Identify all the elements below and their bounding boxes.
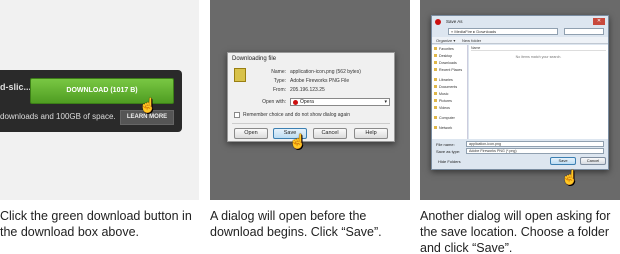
open-with-value: Opera xyxy=(300,99,314,105)
help-button[interactable]: Help xyxy=(354,128,388,139)
column-header[interactable]: Name xyxy=(471,46,606,51)
close-icon[interactable]: ✕ xyxy=(593,18,605,25)
nav-item[interactable]: Favorites xyxy=(434,47,454,51)
open-button[interactable]: Open xyxy=(234,128,268,139)
organize-button[interactable]: Organize ▾ xyxy=(436,38,455,43)
nav-item[interactable]: Recent Places xyxy=(433,68,462,72)
hand-pointer-icon: ☝ xyxy=(289,133,307,149)
opera-icon xyxy=(435,19,441,25)
type-label: Type: xyxy=(273,78,286,84)
dialog-title: Save As xyxy=(446,19,463,24)
type-value: Adobe Fireworks PNG File xyxy=(290,78,350,84)
step2-screenshot: Downloading file Name: application-icon.… xyxy=(210,0,410,200)
save-as-type-select[interactable]: Adobe Fireworks PNG (*.png) xyxy=(466,148,604,154)
step3-screenshot: Save As ✕ « MediaFire ▸ Downloads Organi… xyxy=(420,0,620,200)
empty-message: No items match your search. xyxy=(515,55,562,59)
nav-item[interactable]: Network xyxy=(433,126,452,130)
nav-item[interactable]: Documents xyxy=(433,85,457,89)
dialog-title: Downloading file xyxy=(232,56,277,62)
hand-pointer-icon: ☝ xyxy=(561,169,579,185)
toolbar: Organize ▾ New folder xyxy=(432,37,608,44)
file-name-fragment: d-slic... xyxy=(0,82,32,92)
downloading-file-dialog: Downloading file Name: application-icon.… xyxy=(227,52,395,142)
chevron-down-icon: ▾ xyxy=(384,99,387,105)
nav-item[interactable]: Computer xyxy=(434,116,455,120)
nav-item[interactable]: Videos xyxy=(434,106,450,110)
step3-caption: Another dialog will open asking for the … xyxy=(420,209,611,254)
file-name-field[interactable]: application-icon.png xyxy=(466,141,604,147)
remember-label: Remember choice and do not show dialog a… xyxy=(243,112,351,118)
step1-screenshot: d-slic... DOWNLOAD (1017 B) downloads an… xyxy=(0,0,199,200)
open-with-label: Open with: xyxy=(262,99,286,105)
from-value: 205.196.123.25 xyxy=(290,87,325,93)
hide-folders-button[interactable]: Hide Folders xyxy=(438,159,461,164)
divider xyxy=(232,123,390,124)
hand-pointer-icon: ☝ xyxy=(139,97,157,113)
new-folder-button[interactable]: New folder xyxy=(462,38,481,43)
save-as-type-label: Save as type: xyxy=(436,149,461,154)
cancel-button[interactable]: Cancel xyxy=(580,157,606,165)
name-value: application-icon.png (562 bytes) xyxy=(290,69,361,75)
space-info-text: downloads and 100GB of space. xyxy=(0,112,116,121)
step2-caption: A dialog will open before the download b… xyxy=(210,209,382,239)
nav-item[interactable]: Libraries xyxy=(434,78,453,82)
remember-checkbox[interactable] xyxy=(234,112,240,118)
opera-icon xyxy=(293,100,298,105)
png-file-icon xyxy=(234,68,246,82)
file-list[interactable]: Name No items match your search. xyxy=(469,45,608,139)
step1-caption: Click the green download button in the d… xyxy=(0,209,192,239)
open-with-select[interactable]: Opera ▾ xyxy=(290,98,390,106)
nav-item[interactable]: Desktop xyxy=(433,54,452,58)
nav-item[interactable]: Music xyxy=(433,92,448,96)
file-name-label: File name: xyxy=(436,142,455,147)
navigation-pane: Favorites Desktop Downloads Recent Place… xyxy=(432,45,468,139)
name-label: Name: xyxy=(271,69,286,75)
nav-item[interactable]: Pictures xyxy=(434,99,452,103)
save-as-dialog: Save As ✕ « MediaFire ▸ Downloads Organi… xyxy=(431,15,609,170)
save-button[interactable]: Save xyxy=(550,157,576,165)
from-label: From: xyxy=(272,87,286,93)
cancel-button[interactable]: Cancel xyxy=(313,128,347,139)
address-bar[interactable]: « MediaFire ▸ Downloads xyxy=(448,28,558,35)
nav-item[interactable]: Downloads xyxy=(434,61,457,65)
search-input[interactable] xyxy=(564,28,604,35)
